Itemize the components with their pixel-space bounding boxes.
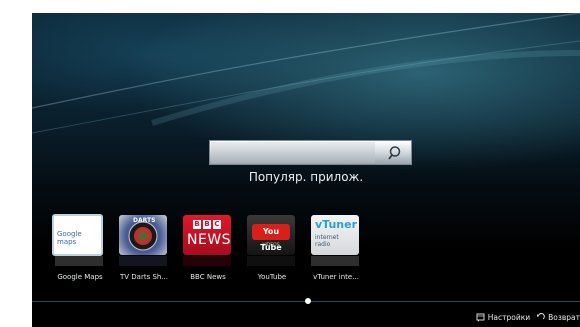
search-input[interactable]	[211, 142, 375, 163]
tools-icon	[476, 313, 485, 321]
vtuner-tile[interactable]: vTuner internet radio	[311, 215, 359, 255]
tile-reflection	[119, 256, 167, 266]
bbc-letter: B	[193, 220, 201, 229]
tile-reflection	[311, 256, 359, 266]
back-hint[interactable]: Возврат	[536, 313, 580, 322]
bbc-news-logo: NEWS	[187, 232, 231, 248]
vtuner-subtitle: internet radio	[315, 234, 339, 248]
bbc-news-tile[interactable]: B B C NEWS	[183, 215, 231, 255]
settings-hint[interactable]: Настройки	[476, 313, 530, 322]
footer-bar: Настройки Возврат	[470, 308, 580, 326]
search-icon[interactable]	[387, 144, 405, 162]
page-indicator-dot[interactable]	[305, 298, 311, 304]
return-icon	[537, 312, 545, 319]
tv-screen: Популяр. прилож. Google maps Google Maps	[32, 13, 580, 327]
bbc-letter: C	[213, 220, 221, 229]
tile-reflection	[55, 256, 103, 266]
youtube-videos-label: VIDEOS	[262, 243, 280, 248]
google-maps-logo: Google maps	[57, 230, 82, 246]
app-label: BBC News	[190, 273, 226, 281]
settings-label: Настройки	[487, 312, 531, 322]
app-label: Google Maps	[57, 273, 103, 281]
google-maps-tile[interactable]: Google maps	[52, 214, 103, 256]
page-indicator	[32, 296, 580, 306]
youtube-tile[interactable]: You Tube VIDEOS	[247, 215, 295, 255]
app-label: YouTube	[257, 273, 287, 281]
bbc-letter: B	[203, 220, 211, 229]
youtube-logo: You Tube	[252, 224, 290, 252]
tile-reflection	[183, 256, 231, 266]
vtuner-logo: vTuner	[315, 218, 358, 231]
tile-reflection	[247, 256, 295, 266]
app-label: TV Darts Sh...	[119, 273, 169, 281]
bbc-blocks: B B C	[193, 220, 221, 229]
app-label: vTuner inte...	[313, 273, 359, 281]
back-label: Возврат	[548, 312, 580, 322]
search-field[interactable]	[209, 140, 412, 165]
tv-darts-logo: DARTS	[133, 217, 156, 224]
tv-darts-tile[interactable]: DARTS	[119, 215, 167, 255]
section-title: Популяр. прилож.	[248, 170, 364, 184]
app-list: Google maps Google Maps DARTS TV Darts S…	[52, 214, 572, 285]
